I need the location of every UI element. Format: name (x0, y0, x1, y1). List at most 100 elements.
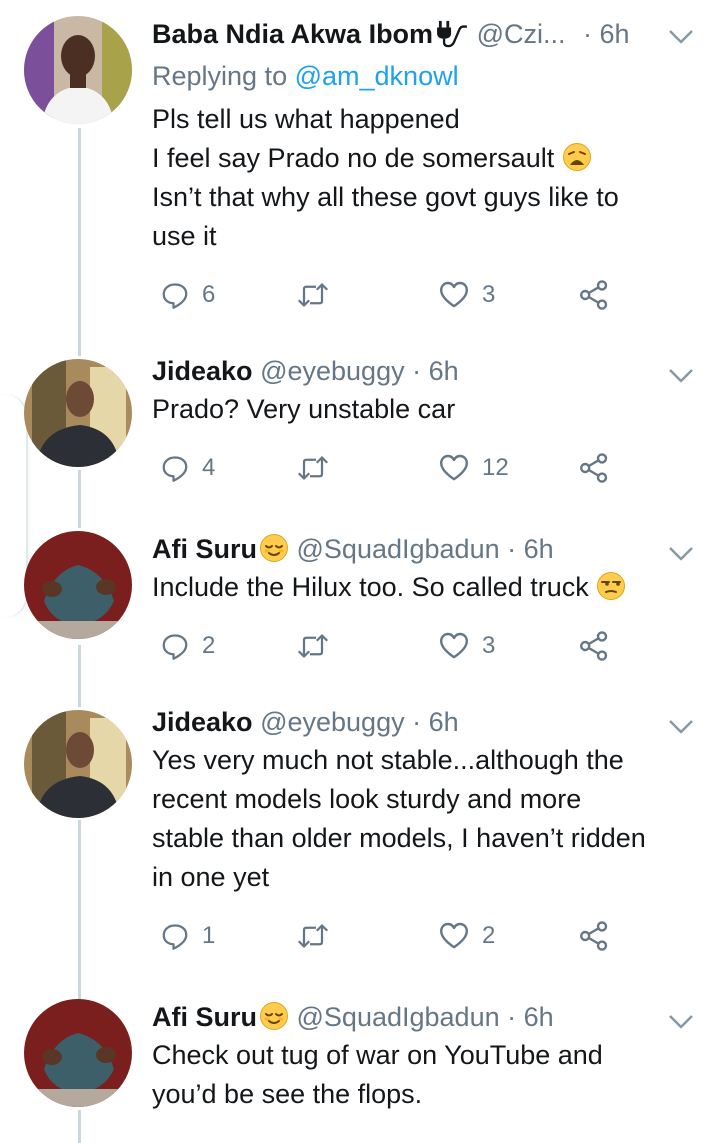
retweet-button[interactable] (296, 448, 342, 488)
like-icon (438, 920, 470, 952)
tweet-line: Prado? Very unstable car (152, 394, 456, 424)
share-icon (578, 920, 610, 952)
avatar[interactable] (24, 16, 132, 124)
tweet-header: Jideako @eyebuggy · 6h (152, 704, 459, 740)
reply-button[interactable]: 1 (160, 916, 215, 956)
weary-face-emoji (562, 142, 592, 172)
handle[interactable]: @eyebuggy (260, 707, 405, 737)
reply-count: 4 (202, 454, 216, 481)
tweet[interactable]: Jideako @eyebuggy · 6h Yes very much not… (0, 704, 720, 974)
reply-icon (160, 453, 190, 483)
reply-button[interactable]: 4 (160, 448, 215, 488)
timestamp[interactable]: 6h (600, 19, 630, 49)
like-button[interactable]: 2 (438, 916, 495, 956)
tweet-text: Pls tell us what happened I feel say Pra… (152, 100, 702, 256)
separator-dot: · (583, 19, 593, 49)
tweet-actions: 4 12 (152, 448, 632, 488)
share-button[interactable] (578, 275, 610, 315)
mention-link[interactable]: @am_dknowl (295, 61, 459, 91)
tweet-line: in one yet (152, 862, 270, 892)
like-count: 12 (482, 454, 509, 481)
reply-icon (160, 280, 190, 310)
share-icon (578, 279, 610, 311)
replying-to-label: Replying to (152, 61, 288, 91)
reply-count: 2 (202, 632, 216, 659)
tweet-line: Check out tug of war on YouTube and (152, 1040, 603, 1070)
unamused-face-emoji (596, 571, 626, 601)
like-icon (438, 279, 470, 311)
handle[interactable]: @Czi... (477, 19, 566, 49)
retweet-button[interactable] (296, 275, 342, 315)
tweet-header: Afi Suru @SquadIgbadun · 6h (152, 999, 554, 1035)
display-name[interactable]: Jideako (152, 356, 253, 386)
handle[interactable]: @SquadIgbadun (297, 534, 500, 564)
separator-dot: · (412, 707, 422, 737)
tweet[interactable]: Baba Ndia Akwa Ibom @Czi... · 6h Replyin… (0, 16, 720, 346)
like-button[interactable]: 3 (438, 626, 495, 666)
chevron-down-icon[interactable] (668, 362, 694, 388)
replying-to: Replying to @am_dknowl (152, 58, 459, 94)
avatar[interactable] (24, 359, 132, 467)
tweet-text: Check out tug of war on YouTube and you’… (152, 1036, 702, 1114)
display-name[interactable]: Jideako (152, 707, 253, 737)
timestamp[interactable]: 6h (524, 1002, 554, 1032)
display-name[interactable]: Afi Suru (152, 1002, 257, 1032)
avatar[interactable] (24, 999, 132, 1107)
reply-count: 6 (202, 281, 216, 308)
tweet-line-text: Include the Hilux too. So called truck (152, 572, 589, 602)
avatar[interactable] (24, 710, 132, 818)
plug-icon (435, 20, 469, 48)
tweet-actions: 6 3 (152, 275, 632, 315)
avatar[interactable] (24, 531, 132, 639)
separator-dot: · (507, 534, 517, 564)
separator-dot: · (412, 356, 422, 386)
like-button[interactable]: 3 (438, 275, 495, 315)
relieved-face-emoji (259, 533, 289, 563)
like-count: 3 (482, 632, 496, 659)
reply-count: 1 (202, 922, 216, 949)
tweet-line: Pls tell us what happened (152, 104, 460, 134)
tweet-header: Baba Ndia Akwa Ibom @Czi... · 6h (152, 16, 630, 52)
share-button[interactable] (578, 916, 610, 956)
reply-icon (160, 921, 190, 951)
chevron-down-icon[interactable] (668, 713, 694, 739)
timestamp[interactable]: 6h (429, 356, 459, 386)
chevron-down-icon[interactable] (668, 540, 694, 566)
tweet-actions: 1 2 (152, 916, 632, 956)
like-icon (438, 630, 470, 662)
display-name[interactable]: Afi Suru (152, 534, 257, 564)
tweet-line: you’d be see the flops. (152, 1079, 423, 1109)
tweet-line: Isn’t that why all these govt guys like … (152, 182, 619, 212)
like-icon (438, 452, 470, 484)
handle[interactable]: @SquadIgbadun (297, 1002, 500, 1032)
reply-button[interactable]: 6 (160, 275, 215, 315)
like-count: 2 (482, 922, 496, 949)
separator-dot: · (507, 1002, 517, 1032)
tweet-line: use it (152, 221, 217, 251)
retweet-button[interactable] (296, 916, 342, 956)
tweet-actions: 2 3 (152, 626, 632, 666)
chevron-down-icon[interactable] (668, 1008, 694, 1034)
handle[interactable]: @eyebuggy (260, 356, 405, 386)
like-button[interactable]: 12 (438, 448, 509, 488)
share-button[interactable] (578, 448, 610, 488)
display-name[interactable]: Baba Ndia Akwa Ibom (152, 19, 433, 49)
share-button[interactable] (578, 626, 610, 666)
tweet-line: Yes very much not stable...although the (152, 745, 624, 775)
chevron-down-icon[interactable] (668, 23, 694, 49)
tweet[interactable]: Afi Suru @SquadIgbadun · 6h Include the … (0, 531, 720, 691)
reply-button[interactable]: 2 (160, 626, 215, 666)
tweet-line: I feel say Prado no de somersault (152, 139, 702, 178)
retweet-icon (296, 280, 330, 310)
timestamp[interactable]: 6h (429, 707, 459, 737)
tweet-line: recent models look sturdy and more (152, 784, 582, 814)
tweet[interactable]: Afi Suru @SquadIgbadun · 6h Check out tu… (0, 999, 720, 1143)
retweet-icon (296, 631, 330, 661)
tweet-header: Afi Suru @SquadIgbadun · 6h (152, 531, 554, 567)
tweet[interactable]: Jideako @eyebuggy · 6h Prado? Very unsta… (0, 353, 720, 513)
timestamp[interactable]: 6h (524, 534, 554, 564)
retweet-button[interactable] (296, 626, 342, 666)
share-icon (578, 630, 610, 662)
tweet-line-text: I feel say Prado no de somersault (152, 143, 555, 173)
reply-icon (160, 631, 190, 661)
